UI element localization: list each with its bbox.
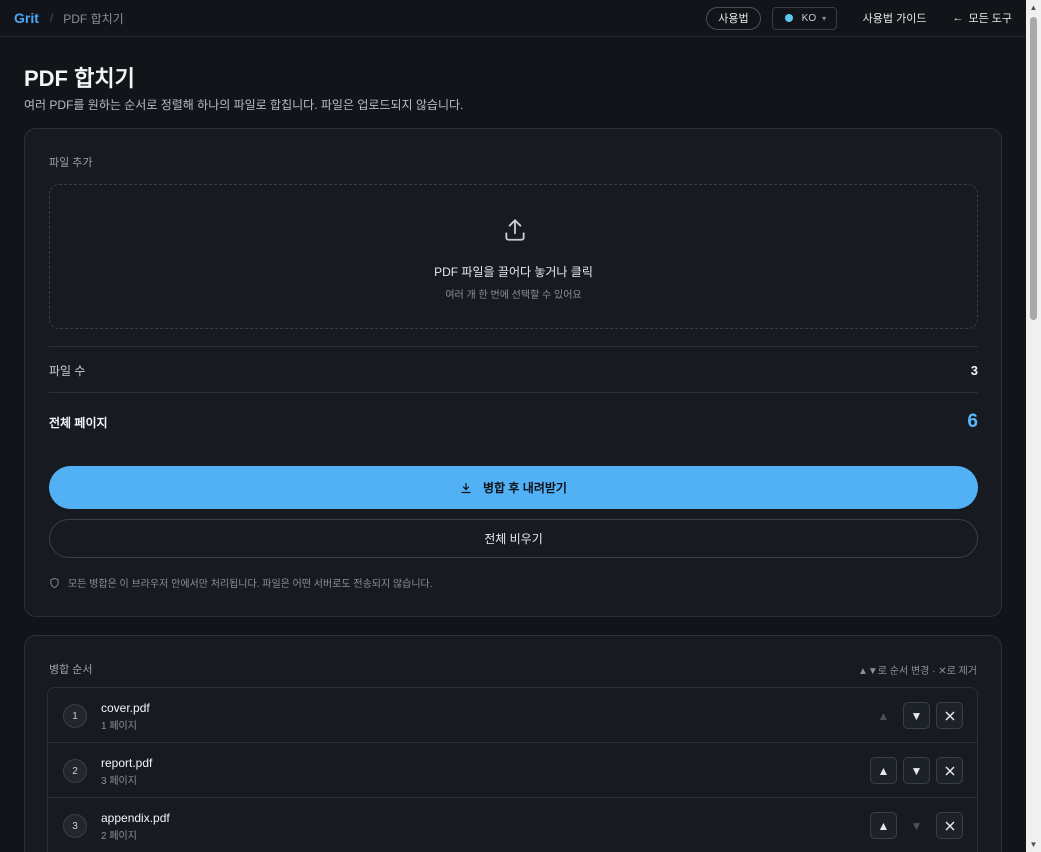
move-down-button[interactable]: ▼ [903, 757, 930, 784]
breadcrumb-separator: / [49, 11, 54, 25]
total-pages-row: 전체 페이지 6 [49, 409, 978, 435]
chevron-down-icon: ▾ [822, 13, 827, 23]
download-icon [461, 482, 471, 493]
remove-file-button[interactable] [936, 757, 963, 784]
file-name: report.pdf [101, 756, 153, 770]
file-list: 1 cover.pdf 1 페이지 ▲ ▼ 2 report.pdf 3 페이지… [47, 687, 978, 852]
file-count-value: 3 [970, 362, 978, 378]
file-row: 2 report.pdf 3 페이지 ▲ ▼ [48, 743, 977, 798]
file-row: 3 appendix.pdf 2 페이지 ▲ ▼ [48, 798, 977, 852]
clear-all-button[interactable]: 전체 비우기 [49, 519, 978, 558]
language-label: KO [801, 12, 817, 24]
guide-link[interactable]: 사용법 가이드 [863, 10, 927, 26]
file-index-badge: 3 [63, 814, 87, 838]
file-row: 1 cover.pdf 1 페이지 ▲ ▼ [48, 688, 977, 743]
file-index-badge: 1 [63, 704, 87, 728]
shield-icon [50, 577, 59, 588]
dropzone-hint: 여러 개 한 번에 선택할 수 있어요 [445, 290, 582, 301]
merge-order-panel: 병합 순서 ▲▼로 순서 변경 · ✕로 제거 1 cover.pdf 1 페이… [24, 635, 1002, 852]
merge-order-hint: ▲▼로 순서 변경 · ✕로 제거 [858, 666, 977, 677]
language-indicator-icon [784, 14, 793, 22]
breadcrumb-current: PDF 합치기 [63, 11, 124, 26]
scrollbar-thumb[interactable] [1030, 17, 1037, 320]
arrow-left-icon: ← [952, 12, 964, 24]
brand-logo[interactable]: Grit [14, 10, 39, 26]
close-icon [944, 820, 955, 831]
pdf-dropzone[interactable]: PDF 파일을 끌어다 놓거나 클릭 여러 개 한 번에 선택할 수 있어요 [49, 184, 978, 329]
move-up-button[interactable]: ▲ [870, 757, 897, 784]
move-down-button[interactable]: ▼ [903, 702, 930, 729]
usage-button[interactable]: 사용법 [706, 6, 761, 30]
merge-panel: 파일 추가 PDF 파일을 끌어다 놓거나 클릭 여러 개 한 번에 선택할 수… [24, 128, 1002, 617]
dropzone-title: PDF 파일을 끌어다 놓거나 클릭 [434, 265, 593, 279]
total-pages-label: 전체 페이지 [49, 415, 108, 430]
privacy-note-text: 모든 병합은 이 브라우저 안에서만 처리됩니다. 파일은 어떤 서버로도 전송… [68, 579, 433, 590]
divider [49, 392, 978, 393]
scroll-down-arrow-icon[interactable]: ▼ [1026, 837, 1041, 852]
close-icon [944, 765, 955, 776]
merge-order-label: 병합 순서 [49, 664, 93, 676]
page-title: PDF 합치기 [24, 66, 135, 91]
close-icon [944, 710, 955, 721]
move-up-button[interactable]: ▲ [870, 702, 897, 729]
total-pages-value: 6 [967, 411, 978, 432]
file-count-row: 파일 수 3 [49, 359, 978, 381]
all-tools-label: 모든 도구 [968, 13, 1012, 25]
file-count-label: 파일 수 [49, 363, 86, 378]
remove-file-button[interactable] [936, 702, 963, 729]
add-files-label: 파일 추가 [49, 157, 93, 169]
file-name: appendix.pdf [101, 811, 170, 825]
remove-file-button[interactable] [936, 812, 963, 839]
divider [49, 346, 978, 347]
privacy-note: 모든 병합은 이 브라우저 안에서만 처리됩니다. 파일은 어떤 서버로도 전송… [49, 575, 433, 590]
all-tools-link[interactable]: ← 모든 도구 [952, 10, 1012, 26]
file-index-badge: 2 [63, 759, 87, 783]
file-page-count: 3 페이지 [101, 776, 137, 787]
file-name: cover.pdf [101, 701, 150, 715]
merge-download-label: 병합 후 내려받기 [483, 481, 567, 495]
upload-icon [505, 219, 525, 241]
move-down-button[interactable]: ▼ [903, 812, 930, 839]
move-up-button[interactable]: ▲ [870, 812, 897, 839]
language-selector[interactable]: KO ▾ [771, 6, 837, 30]
file-page-count: 1 페이지 [101, 721, 137, 732]
merge-download-button[interactable]: 병합 후 내려받기 [49, 466, 978, 509]
file-page-count: 2 페이지 [101, 831, 137, 842]
page-subtitle: 여러 PDF를 원하는 순서로 정렬해 하나의 파일로 합칩니다. 파일은 업로… [24, 98, 464, 112]
top-bar: Grit / PDF 합치기 사용법 KO ▾ 사용법 가이드 ← 모든 도구 [0, 0, 1026, 37]
scroll-up-arrow-icon[interactable]: ▲ [1026, 0, 1041, 15]
page-scrollbar[interactable]: ▲ ▼ [1026, 0, 1041, 852]
top-bar-actions: 사용법 KO ▾ 사용법 가이드 ← 모든 도구 [706, 6, 1012, 30]
